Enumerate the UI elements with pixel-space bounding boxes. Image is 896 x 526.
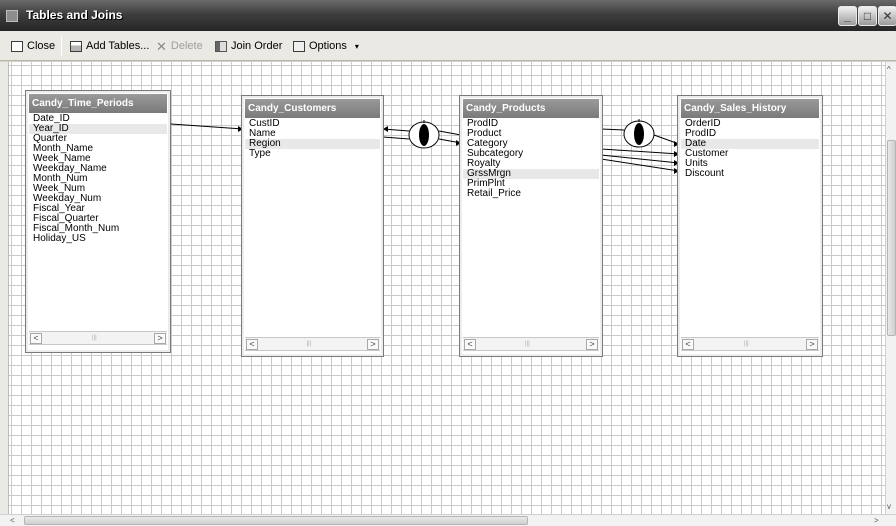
delete-icon: ✕ bbox=[156, 38, 167, 54]
field-list: Date_ID Year_ID Quarter Month_Name Week_… bbox=[29, 114, 167, 244]
join-type-icon bbox=[408, 120, 440, 149]
join-line bbox=[600, 158, 680, 172]
scroll-left-icon[interactable]: < bbox=[682, 339, 694, 350]
table-scrollbar[interactable]: < ||| > bbox=[463, 337, 599, 351]
scroll-left-icon[interactable]: < bbox=[30, 333, 42, 344]
close-label: Close bbox=[27, 40, 56, 52]
table-scrollbar[interactable]: < ||| > bbox=[245, 337, 380, 351]
delete-label: Delete bbox=[170, 40, 203, 52]
field-item[interactable]: Holiday_US bbox=[29, 234, 167, 244]
vertical-scroll-thumb[interactable] bbox=[887, 140, 896, 336]
join-type-icon bbox=[623, 119, 655, 148]
horizontal-scroll-thumb[interactable] bbox=[24, 516, 528, 525]
scroll-right-icon[interactable]: > bbox=[586, 339, 598, 350]
vertical-scrollbar[interactable]: ^ v bbox=[885, 62, 896, 514]
table-candy-time-periods[interactable]: Candy_Time_Periods Date_ID Year_ID Quart… bbox=[25, 90, 171, 353]
close-window-button[interactable]: ✕ bbox=[878, 6, 896, 26]
add-tables-button[interactable]: Add Tables... bbox=[70, 38, 149, 54]
join-line bbox=[600, 154, 680, 164]
options-button[interactable]: Options ▾ bbox=[293, 38, 359, 54]
table-scrollbar[interactable]: < ||| > bbox=[29, 331, 167, 345]
grip-icon: ||| bbox=[525, 341, 530, 347]
add-table-icon bbox=[70, 40, 82, 52]
minimize-button[interactable]: _ bbox=[838, 6, 857, 26]
field-item[interactable]: Type bbox=[245, 149, 380, 159]
join-diagram-canvas[interactable]: Candy_Time_Periods Date_ID Year_ID Quart… bbox=[8, 62, 885, 514]
grip-icon: ||| bbox=[744, 341, 749, 347]
table-header[interactable]: Candy_Customers bbox=[245, 99, 380, 118]
table-candy-customers[interactable]: Candy_Customers CustID Name Region Type … bbox=[241, 95, 384, 357]
field-list: OrderID ProdID Date Customer Units Disco… bbox=[681, 119, 819, 179]
join-order-button[interactable]: Join Order bbox=[215, 38, 282, 54]
chevron-down-icon: ▾ bbox=[354, 41, 359, 51]
scroll-right-icon[interactable]: > bbox=[806, 339, 818, 350]
toolbar: Close Add Tables... ✕ Delete Join Order … bbox=[0, 31, 896, 61]
grip-icon: ||| bbox=[92, 335, 97, 341]
join-line bbox=[600, 148, 680, 155]
maximize-button[interactable]: □ bbox=[858, 6, 877, 26]
join-order-label: Join Order bbox=[231, 40, 283, 52]
table-candy-sales-history[interactable]: Candy_Sales_History OrderID ProdID Date … bbox=[677, 95, 823, 357]
scroll-left-icon[interactable]: < bbox=[464, 339, 476, 350]
scroll-up-icon[interactable]: ^ bbox=[887, 65, 891, 74]
table-scrollbar[interactable]: < ||| > bbox=[681, 337, 819, 351]
options-label: Options bbox=[309, 40, 347, 52]
title-bar: Tables and Joins _ □ ✕ bbox=[0, 0, 896, 31]
join-line bbox=[600, 128, 625, 131]
join-order-icon bbox=[215, 40, 227, 52]
window-frame bbox=[0, 62, 8, 514]
join-line bbox=[170, 123, 244, 130]
grip-icon: ||| bbox=[306, 341, 312, 347]
options-icon bbox=[293, 40, 305, 52]
field-item[interactable]: Discount bbox=[681, 169, 819, 179]
table-header[interactable]: Candy_Time_Periods bbox=[29, 94, 167, 113]
horizontal-scrollbar[interactable]: < > bbox=[0, 514, 896, 526]
scroll-right-icon[interactable]: > bbox=[154, 333, 166, 344]
close-button[interactable]: Close bbox=[11, 38, 55, 54]
table-header[interactable]: Candy_Products bbox=[463, 99, 599, 118]
add-tables-label: Add Tables... bbox=[86, 40, 150, 52]
scroll-left-icon[interactable]: < bbox=[10, 516, 15, 525]
delete-button[interactable]: ✕ Delete bbox=[156, 38, 203, 54]
join-line bbox=[382, 136, 410, 140]
scroll-right-icon[interactable]: > bbox=[874, 516, 879, 525]
app-icon bbox=[6, 10, 18, 22]
field-list: CustID Name Region Type bbox=[245, 119, 380, 159]
toolbar-separator bbox=[61, 36, 62, 56]
field-list: ProdID Product Category Subcategory Roya… bbox=[463, 119, 599, 199]
window-title: Tables and Joins bbox=[26, 8, 123, 22]
close-icon bbox=[11, 40, 23, 52]
join-line bbox=[438, 130, 462, 136]
field-item[interactable]: Retail_Price bbox=[463, 189, 599, 199]
table-header[interactable]: Candy_Sales_History bbox=[681, 99, 819, 118]
scroll-right-icon[interactable]: > bbox=[367, 339, 379, 350]
scroll-down-icon[interactable]: v bbox=[887, 502, 891, 511]
scroll-left-icon[interactable]: < bbox=[246, 339, 258, 350]
table-candy-products[interactable]: Candy_Products ProdID Product Category S… bbox=[459, 95, 603, 357]
